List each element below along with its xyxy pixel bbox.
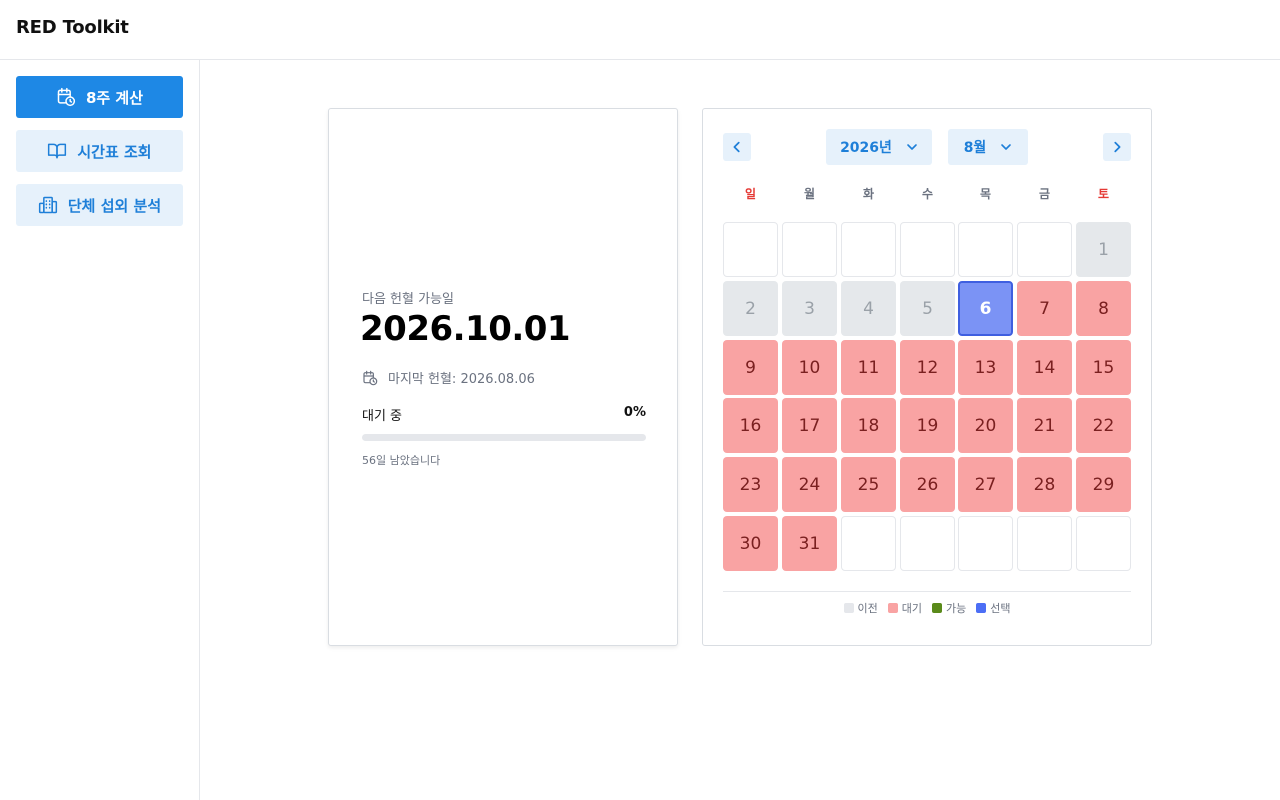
book-open-icon xyxy=(47,141,67,161)
month-select[interactable]: 8월 xyxy=(948,129,1028,165)
status-row: 대기 중 0% xyxy=(362,405,646,424)
calendar-day[interactable]: 18 xyxy=(841,398,896,453)
weekday-label: 일 xyxy=(744,187,757,201)
calendar-day[interactable]: 28 xyxy=(1017,457,1072,512)
legend-label: 대기 xyxy=(901,602,922,615)
calendar-day[interactable]: 7 xyxy=(1017,281,1072,336)
calendar-day[interactable]: 8 xyxy=(1076,281,1131,336)
legend-label: 이전 xyxy=(857,602,878,615)
app-title: RED Toolkit xyxy=(16,17,129,38)
calendar-day[interactable]: 25 xyxy=(841,457,896,512)
top-bar: RED Toolkit xyxy=(0,0,1280,60)
sidebar: 8주 계산 시간표 조회 단체 섭외 분석 xyxy=(0,60,200,800)
calendar-empty-cell xyxy=(900,516,955,571)
weekday-label: 수 xyxy=(921,187,934,201)
calendar-day[interactable]: 31 xyxy=(782,516,837,571)
calendar-day[interactable]: 5 xyxy=(900,281,955,336)
calendar-empty-cell xyxy=(900,222,955,277)
weekday-label: 토 xyxy=(1097,187,1110,201)
remaining-days-text: 56일 남았습니다 xyxy=(362,454,441,467)
calendar-day-selected[interactable]: 6 xyxy=(958,281,1013,336)
calendar-empty-cell xyxy=(841,516,896,571)
calendar-day[interactable]: 30 xyxy=(723,516,778,571)
calendar-day[interactable]: 15 xyxy=(1076,340,1131,395)
calendar-day[interactable]: 23 xyxy=(723,457,778,512)
calendar-empty-cell xyxy=(782,222,837,277)
calendar-empty-cell xyxy=(1017,222,1072,277)
progress-bar xyxy=(362,434,646,441)
calendar-empty-cell xyxy=(841,222,896,277)
legend-divider xyxy=(723,591,1131,592)
legend-item: 대기 xyxy=(887,600,922,616)
next-date-label: 다음 헌혈 가능일 xyxy=(362,292,454,307)
calendar-legend: 이전 대기 가능 선택 xyxy=(703,600,1151,616)
chevron-down-icon xyxy=(1000,141,1012,153)
last-donation-text: 마지막 헌혈: 2026.08.06 xyxy=(388,372,535,387)
calendar-day[interactable]: 12 xyxy=(900,340,955,395)
calendar-day[interactable]: 1 xyxy=(1076,222,1131,277)
legend-item: 이전 xyxy=(843,600,878,616)
calendar-day[interactable]: 27 xyxy=(958,457,1013,512)
nav-8week-calc-button[interactable]: 8주 계산 xyxy=(16,76,183,118)
month-select-value: 8월 xyxy=(963,140,987,156)
legend-swatch xyxy=(843,603,854,613)
calendar-day[interactable]: 29 xyxy=(1076,457,1131,512)
calendar-card: 2026년 8월 일월화수목금토 1 2 3 4 5 6 7 8 9 10 11 12 13 14 15 16… xyxy=(702,108,1152,646)
calendar-empty-cell xyxy=(958,222,1013,277)
calendar-day[interactable]: 17 xyxy=(782,398,837,453)
calendar-day[interactable]: 10 xyxy=(782,340,837,395)
legend-label: 가능 xyxy=(946,602,967,615)
year-select[interactable]: 2026년 xyxy=(826,129,932,165)
calendar-day[interactable]: 2 xyxy=(723,281,778,336)
calendar-day[interactable]: 9 xyxy=(723,340,778,395)
weekday-label: 월 xyxy=(803,187,816,201)
chevron-left-icon xyxy=(730,140,744,154)
nav-timetable-button[interactable]: 시간표 조회 xyxy=(16,130,183,172)
weekday-label: 금 xyxy=(1038,187,1051,201)
progress-percent: 0% xyxy=(623,405,646,420)
calendar-clock-icon xyxy=(362,370,378,386)
calendar-day[interactable]: 4 xyxy=(841,281,896,336)
legend-swatch xyxy=(932,603,942,613)
calendar-day[interactable]: 13 xyxy=(958,340,1013,395)
status-label: 대기 중 xyxy=(362,409,403,424)
calendar-day[interactable]: 14 xyxy=(1017,340,1072,395)
last-donation-row: 마지막 헌혈: 2026.08.06 xyxy=(362,368,535,387)
calendar-day[interactable]: 19 xyxy=(900,398,955,453)
calendar-day[interactable]: 16 xyxy=(723,398,778,453)
legend-swatch xyxy=(976,603,987,613)
calendar-day[interactable]: 11 xyxy=(841,340,896,395)
nav-label: 시간표 조회 xyxy=(77,142,152,161)
nav-label: 8주 계산 xyxy=(85,88,144,107)
calendar-day[interactable]: 22 xyxy=(1076,398,1131,453)
legend-swatch xyxy=(887,603,898,613)
nav-group-analysis-button[interactable]: 단체 섭외 분석 xyxy=(16,184,183,226)
weekday-label: 화 xyxy=(862,187,875,201)
nav-label: 단체 섭외 분석 xyxy=(67,196,162,215)
year-select-value: 2026년 xyxy=(840,140,892,156)
legend-item: 선택 xyxy=(976,600,1011,616)
next-donation-card: 다음 헌혈 가능일 2026.10.01 마지막 헌혈: 2026.08.06 … xyxy=(328,108,678,646)
next-month-button[interactable] xyxy=(1103,133,1131,161)
prev-month-button[interactable] xyxy=(723,133,751,161)
chevron-down-icon xyxy=(906,141,918,153)
calendar-empty-cell xyxy=(723,222,778,277)
chevron-right-icon xyxy=(1110,140,1124,154)
calendar-empty-cell xyxy=(958,516,1013,571)
calendar-clock-icon xyxy=(56,87,76,107)
legend-item: 가능 xyxy=(932,600,966,616)
weekday-label: 목 xyxy=(979,187,992,201)
calendar-empty-cell xyxy=(1076,516,1131,571)
building-icon xyxy=(38,195,58,215)
calendar-empty-cell xyxy=(1017,516,1072,571)
calendar-day[interactable]: 3 xyxy=(782,281,837,336)
next-date-value: 2026.10.01 xyxy=(360,309,571,349)
legend-label: 선택 xyxy=(990,602,1011,615)
calendar-day[interactable]: 20 xyxy=(958,398,1013,453)
calendar-day[interactable]: 26 xyxy=(900,457,955,512)
calendar-day[interactable]: 21 xyxy=(1017,398,1072,453)
calendar-day[interactable]: 24 xyxy=(782,457,837,512)
